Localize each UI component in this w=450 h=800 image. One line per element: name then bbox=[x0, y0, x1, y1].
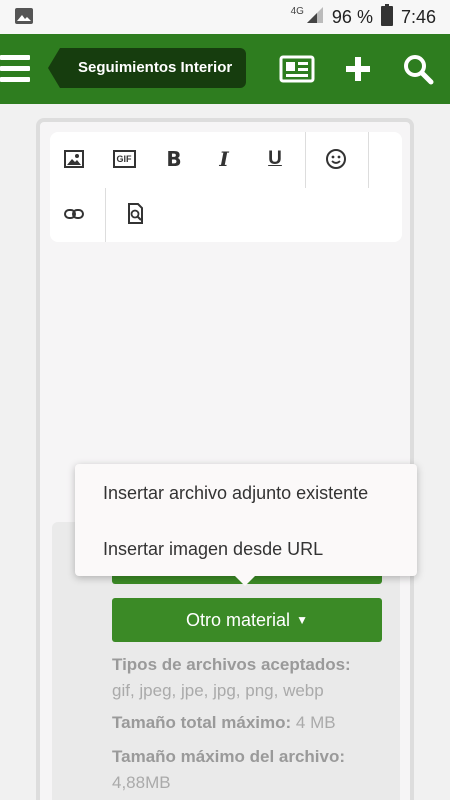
preview-icon[interactable] bbox=[116, 194, 156, 234]
italic-icon[interactable]: I bbox=[204, 139, 244, 179]
toolbar-divider bbox=[105, 188, 106, 242]
search-icon[interactable] bbox=[400, 52, 436, 86]
link-icon[interactable] bbox=[54, 194, 94, 234]
total-size: Tamaño total máximo: 4 MB bbox=[112, 713, 336, 732]
plus-icon[interactable] bbox=[340, 52, 376, 86]
underline-icon[interactable]: U bbox=[255, 139, 295, 179]
rich-text-editor[interactable]: GIF B I U Otro material ▼ Tipos de archi… bbox=[36, 118, 414, 800]
editor-area: GIF B I U Otro material ▼ Tipos de archi… bbox=[0, 104, 450, 800]
battery-percent: 96 % bbox=[331, 6, 373, 27]
menu-item-image-from-url[interactable]: Insertar imagen desde URL bbox=[103, 539, 323, 560]
other-material-button[interactable]: Otro material ▼ bbox=[112, 598, 382, 642]
gallery-notification-icon bbox=[14, 7, 34, 25]
app-header: Seguimientos Interior bbox=[0, 34, 450, 104]
bold-icon[interactable]: B bbox=[154, 139, 194, 179]
gif-icon[interactable]: GIF bbox=[104, 139, 144, 179]
smiley-icon[interactable] bbox=[316, 139, 356, 179]
status-bar: 4G 96 % 7:46 bbox=[0, 0, 450, 34]
newspaper-icon[interactable] bbox=[279, 52, 315, 86]
battery-icon bbox=[380, 3, 393, 31]
editor-toolbar: GIF B I U bbox=[50, 132, 402, 242]
insert-image-menu: Insertar archivo adjunto existente Inser… bbox=[75, 464, 417, 586]
image-icon[interactable] bbox=[54, 139, 94, 179]
menu-icon[interactable] bbox=[0, 55, 30, 83]
accepted-types: Tipos de archivos aceptados: gif, jpeg, … bbox=[112, 655, 351, 700]
breadcrumb[interactable]: Seguimientos Interior bbox=[47, 48, 247, 88]
menu-item-existing-attachment[interactable]: Insertar archivo adjunto existente bbox=[103, 483, 368, 504]
toolbar-divider bbox=[305, 132, 306, 188]
clock: 7:46 bbox=[400, 6, 436, 27]
signal-icon bbox=[306, 6, 324, 29]
network-type: 4G bbox=[290, 5, 304, 17]
toolbar-divider bbox=[368, 132, 369, 188]
caret-down-icon: ▼ bbox=[296, 613, 308, 627]
file-size: Tamaño máximo del archivo: 4,88MB bbox=[112, 747, 346, 792]
